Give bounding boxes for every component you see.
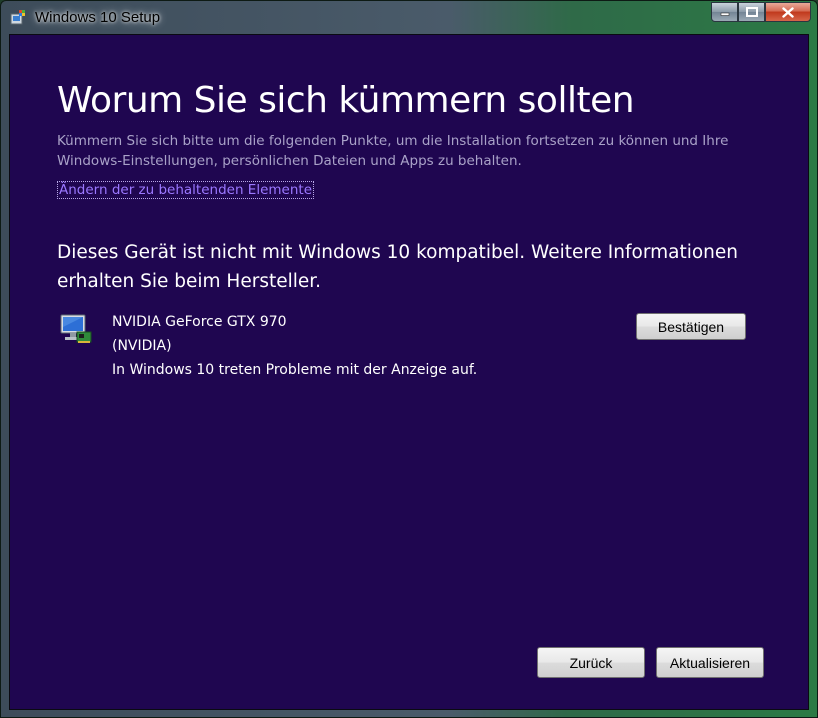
close-button[interactable] (765, 2, 811, 22)
setup-content: Worum Sie sich kümmern sollten Kümmern S… (9, 34, 809, 710)
change-kept-items-link[interactable]: Ändern der zu behaltenden Elemente (57, 181, 315, 199)
display-adapter-icon (60, 314, 92, 343)
device-vendor: (NVIDIA) (112, 338, 172, 354)
setup-window: Windows 10 Setup Worum Sie sich kümmern … (0, 0, 818, 718)
minimize-icon (720, 12, 729, 16)
title-bar[interactable]: Windows 10 Setup (1, 1, 817, 34)
page-subtitle: Kümmern Sie sich bitte um die folgenden … (57, 133, 729, 169)
back-button[interactable]: Zurück (537, 647, 645, 678)
maximize-icon (745, 7, 758, 17)
compatibility-message: Dieses Gerät ist nicht mit Windows 10 ko… (57, 242, 739, 292)
caption-buttons (711, 2, 811, 22)
update-button[interactable]: Aktualisieren (656, 647, 764, 678)
device-name: NVIDIA GeForce GTX 970 (112, 314, 287, 330)
window-title: Windows 10 Setup (35, 9, 161, 26)
minimize-button[interactable] (711, 2, 738, 22)
page-title: Worum Sie sich kümmern sollten (57, 80, 635, 121)
close-icon (782, 6, 794, 18)
windows-setup-icon (10, 10, 25, 25)
maximize-button[interactable] (738, 2, 765, 22)
confirm-button[interactable]: Bestätigen (636, 313, 746, 340)
device-issue: In Windows 10 treten Probleme mit der An… (112, 362, 478, 378)
